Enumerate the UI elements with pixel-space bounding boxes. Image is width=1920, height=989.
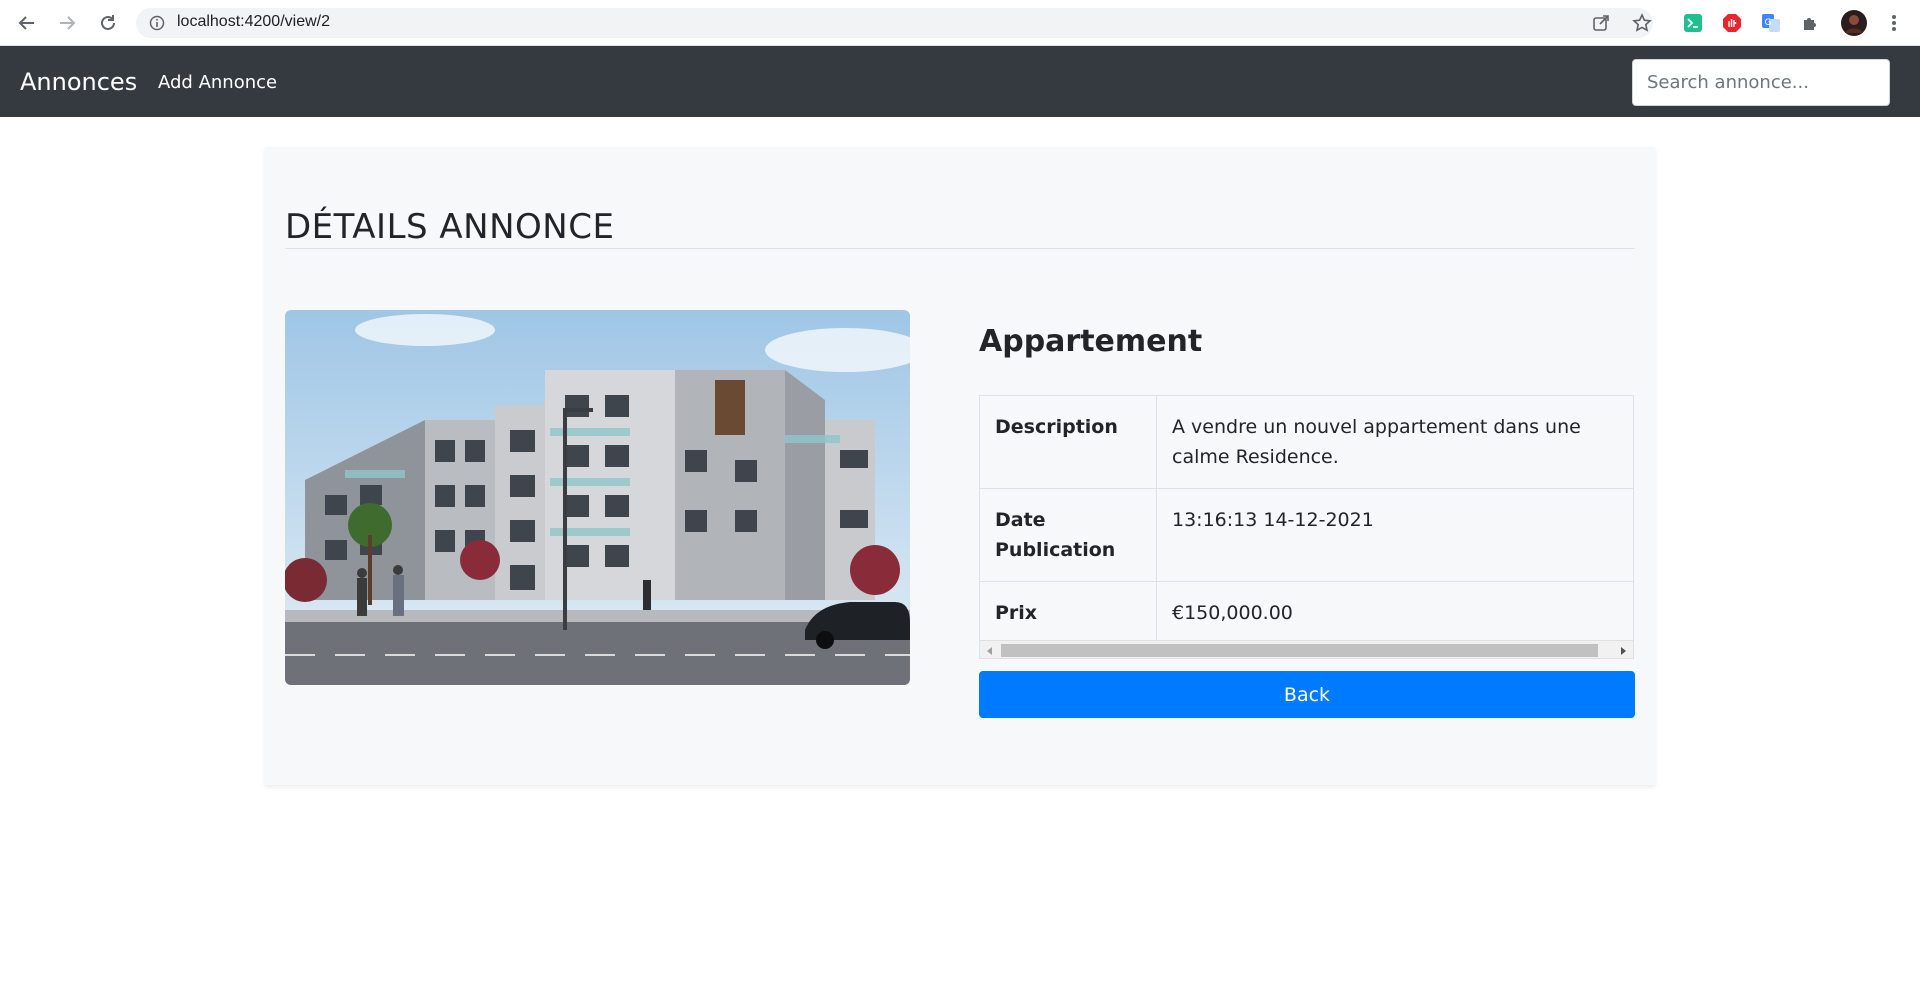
- add-annonce-link[interactable]: Add Annonce: [158, 72, 277, 93]
- back-button[interactable]: Back: [979, 671, 1635, 718]
- share-icon[interactable]: [1590, 12, 1612, 34]
- profile-avatar[interactable]: [1841, 10, 1867, 36]
- extensions-puzzle-icon[interactable]: [1800, 12, 1822, 34]
- reload-icon[interactable]: [96, 11, 120, 35]
- address-bar[interactable]: [136, 8, 1653, 38]
- row-label: Date Publication: [979, 488, 1157, 582]
- scrollbar-thumb[interactable]: [1001, 644, 1598, 657]
- annonce-photo: [285, 310, 910, 685]
- forward-arrow-icon[interactable]: [55, 11, 79, 35]
- table-row: Prix €150,000.00: [979, 581, 1634, 645]
- translate-extension-icon[interactable]: G: [1760, 12, 1782, 34]
- title-divider: [285, 248, 1635, 249]
- row-value: €150,000.00: [1156, 581, 1634, 645]
- row-value: A vendre un nouvel appartement dans une …: [1156, 395, 1634, 489]
- page-title: DÉTAILS ANNONCE: [285, 207, 615, 247]
- address-url[interactable]: localhost:4200/view/2: [177, 13, 330, 31]
- navbar-brand[interactable]: Annonces: [20, 68, 137, 96]
- scroll-right-arrow-icon[interactable]: [1616, 644, 1630, 657]
- table-row: Date Publication 13:16:13 14-12-2021: [979, 488, 1634, 582]
- back-arrow-icon[interactable]: [15, 11, 39, 35]
- table-horizontal-scrollbar[interactable]: [979, 640, 1634, 659]
- terminal-extension-icon[interactable]: [1682, 12, 1704, 34]
- site-info-icon[interactable]: [148, 14, 166, 32]
- details-table: Description A vendre un nouvel apparteme…: [979, 395, 1634, 645]
- chrome-menu-icon[interactable]: [1883, 12, 1905, 34]
- row-label: Prix: [979, 581, 1157, 645]
- search-input[interactable]: [1632, 59, 1890, 106]
- svg-text:G: G: [1765, 18, 1772, 28]
- adblock-extension-icon[interactable]: [1721, 12, 1743, 34]
- annonce-title: Appartement: [979, 324, 1203, 359]
- scroll-left-arrow-icon[interactable]: [983, 644, 997, 657]
- row-label: Description: [979, 395, 1157, 489]
- row-value: 13:16:13 14-12-2021: [1156, 488, 1634, 582]
- bookmark-star-icon[interactable]: [1631, 12, 1653, 34]
- table-row: Description A vendre un nouvel apparteme…: [979, 395, 1634, 489]
